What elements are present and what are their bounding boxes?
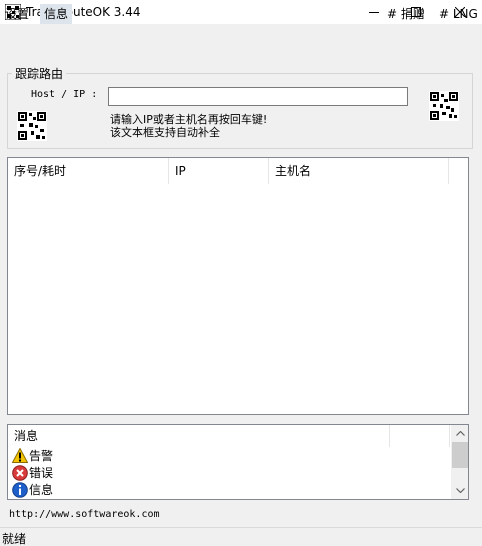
menu-info[interactable]: 信息 bbox=[40, 4, 73, 24]
chevron-down-icon bbox=[455, 488, 465, 493]
menu-donate[interactable]: # 捐赠 bbox=[383, 4, 429, 24]
message-label: 告警 bbox=[29, 449, 54, 463]
message-column-header[interactable]: 消息 bbox=[8, 425, 390, 447]
hint-line-1: 请输入IP或者主机名再按回车键! bbox=[110, 113, 268, 126]
warning-icon bbox=[12, 448, 28, 463]
chevron-up-icon bbox=[455, 431, 465, 436]
status-bar: 就绪 bbox=[0, 527, 482, 546]
group-title: 跟踪路由 bbox=[12, 67, 67, 81]
message-scrollbar[interactable] bbox=[451, 425, 468, 499]
list-item[interactable]: 信息 bbox=[12, 481, 53, 498]
website-link[interactable]: http://www.softwareok.com bbox=[9, 508, 160, 522]
message-label: 信息 bbox=[29, 483, 54, 497]
qr-code-icon[interactable] bbox=[17, 111, 47, 141]
menu-settings[interactable]: 设置 bbox=[1, 4, 33, 24]
hint-line-2: 该文本框支持自动补全 bbox=[110, 126, 220, 139]
minimize-icon bbox=[369, 12, 379, 13]
message-label: 错误 bbox=[29, 466, 54, 480]
column-header-hostname[interactable]: 主机名 bbox=[269, 158, 449, 184]
info-icon bbox=[12, 481, 28, 498]
list-item[interactable]: 错误 bbox=[12, 464, 53, 481]
status-text: 就绪 bbox=[2, 532, 27, 546]
host-label: Host / IP : bbox=[31, 89, 98, 100]
qr-code-icon[interactable] bbox=[429, 91, 459, 121]
scroll-up-button[interactable] bbox=[451, 425, 468, 442]
menu-bar bbox=[0, 25, 482, 51]
menu-language[interactable]: # LNG bbox=[435, 4, 482, 24]
trace-route-group bbox=[7, 73, 473, 149]
route-results-list[interactable]: 序号/耗时 IP 主机名 bbox=[7, 157, 469, 415]
host-input[interactable] bbox=[108, 87, 408, 106]
column-header-hop-time[interactable]: 序号/耗时 bbox=[8, 158, 169, 184]
scroll-down-button[interactable] bbox=[451, 482, 468, 499]
list-item[interactable]: 告警 bbox=[12, 447, 53, 464]
message-column-header-2[interactable] bbox=[390, 425, 450, 447]
error-icon bbox=[12, 464, 28, 481]
message-list[interactable]: 消息 告警 错误 信息 bbox=[7, 424, 469, 500]
column-header-ip[interactable]: IP bbox=[169, 158, 269, 184]
scroll-thumb[interactable] bbox=[452, 442, 468, 468]
